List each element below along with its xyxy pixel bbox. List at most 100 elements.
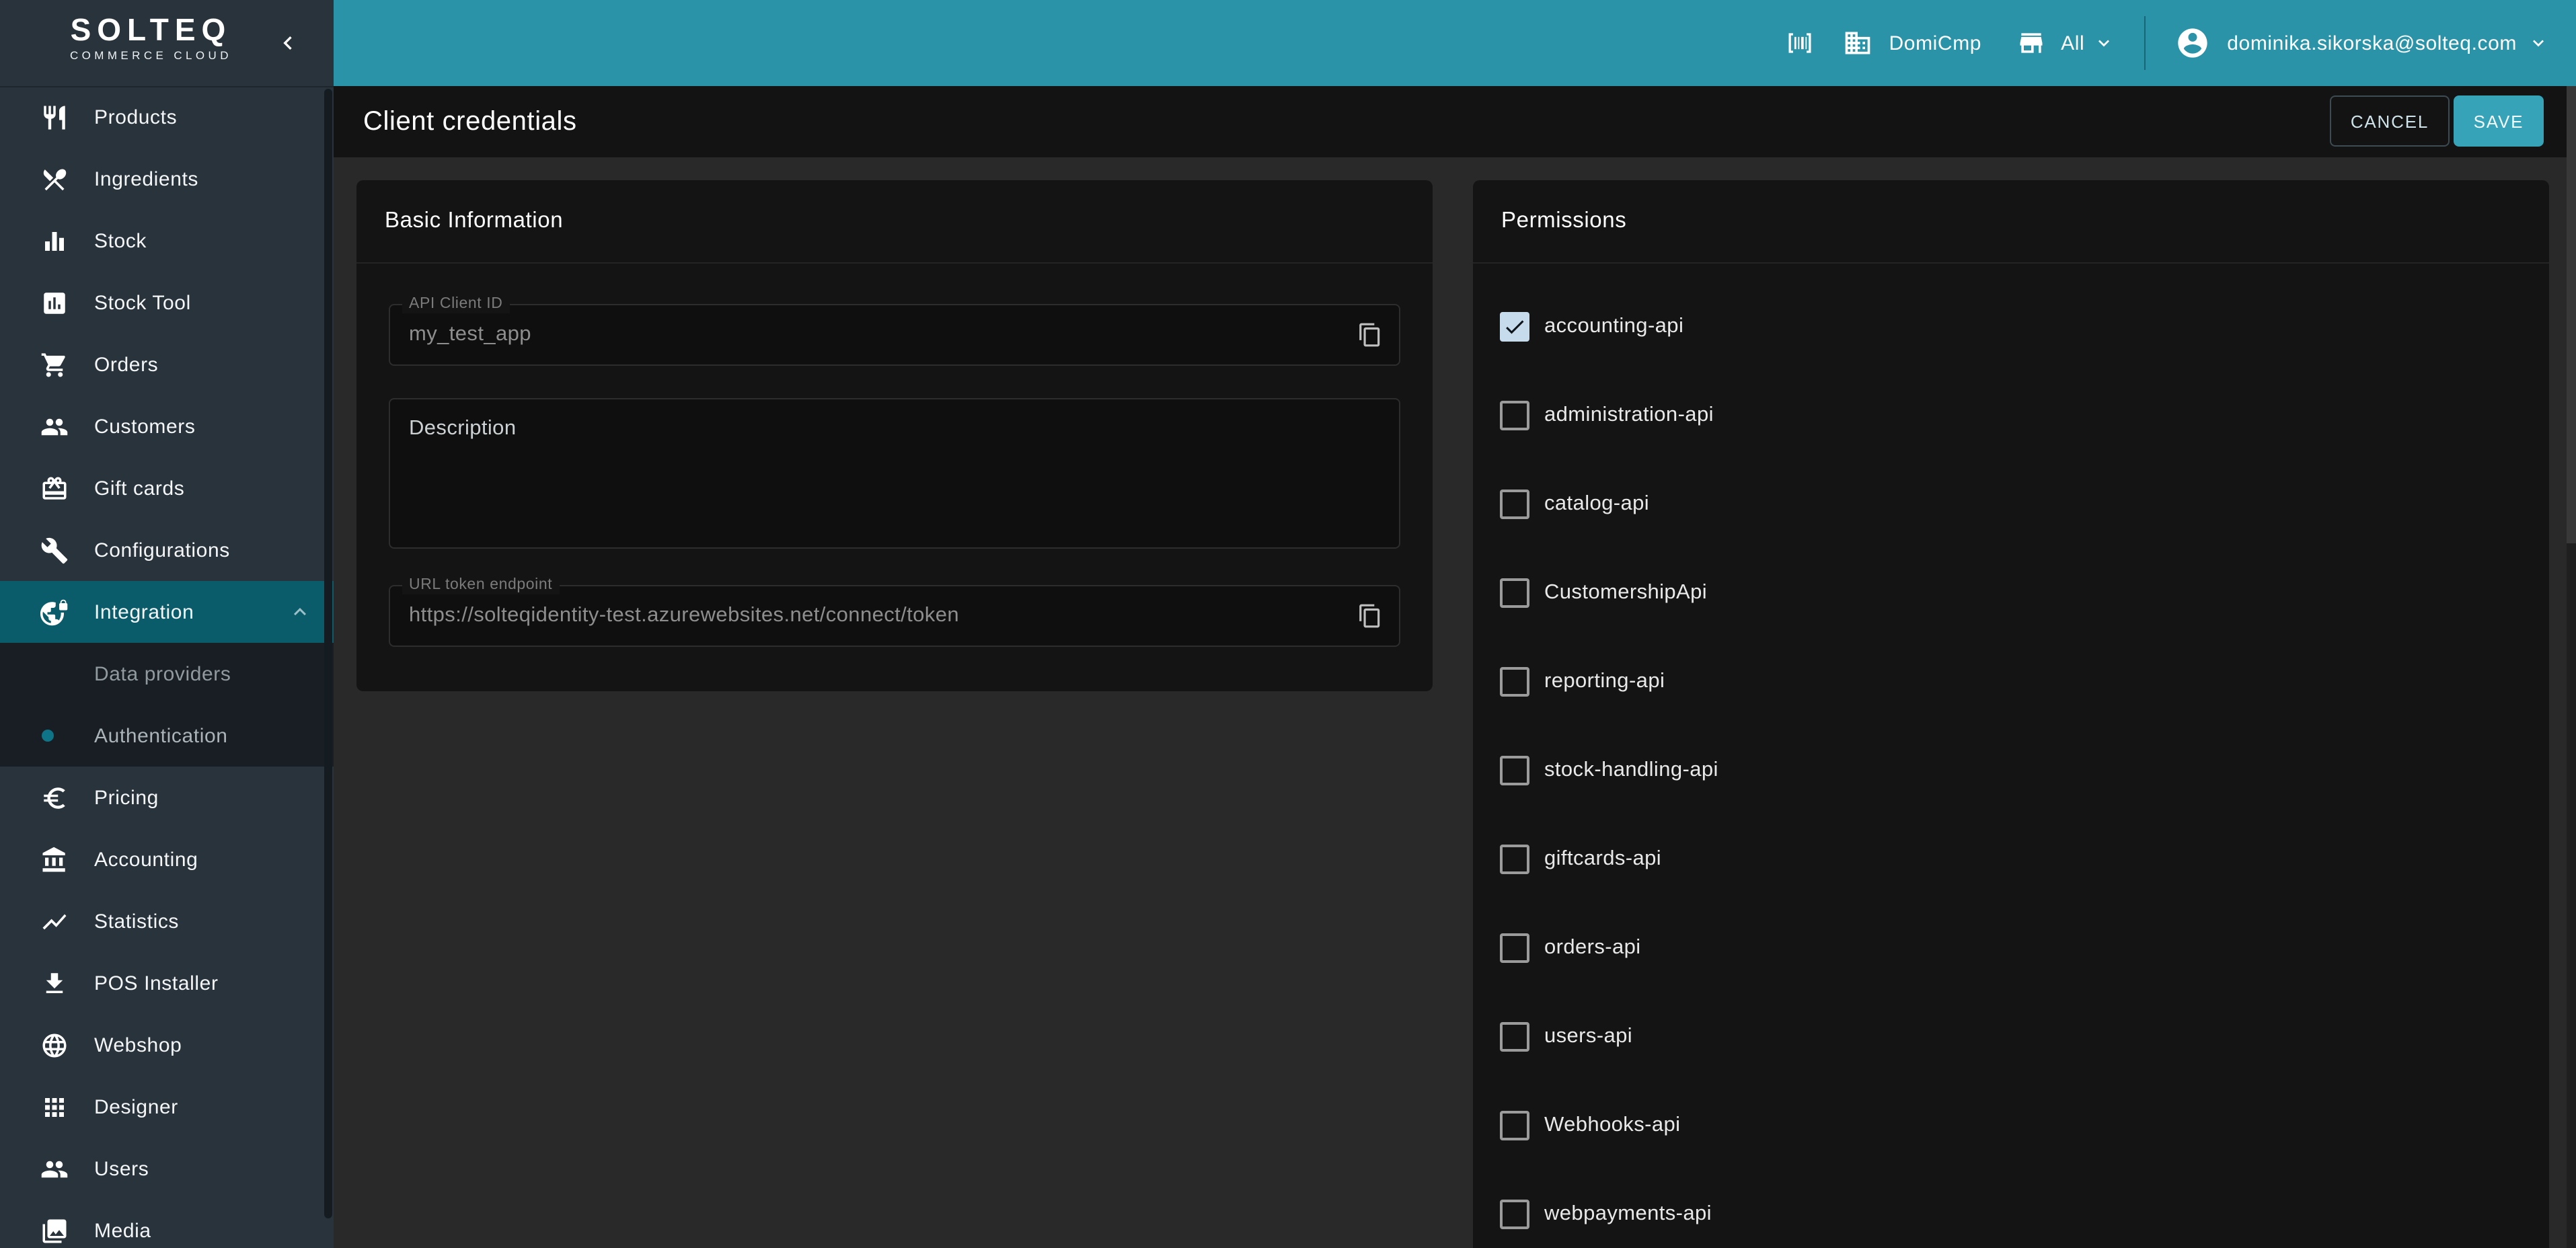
sidebar: SOLTEQ COMMERCE CLOUD Products Ingredient…	[0, 0, 334, 1248]
chevron-left-icon	[274, 30, 301, 56]
store-selector-button[interactable]	[2016, 28, 2046, 58]
permission-label: orders-api	[1544, 936, 1641, 960]
globe-lock-icon	[40, 598, 69, 626]
checkbox-unchecked[interactable]	[1500, 1200, 1529, 1229]
checkbox-unchecked[interactable]	[1500, 1111, 1529, 1140]
bank-icon	[40, 845, 69, 873]
sidebar-item-label: POS Installer	[94, 972, 219, 994]
permission-row-catalog-api[interactable]: catalog-api	[1500, 460, 2522, 549]
permission-row-giftcards-api[interactable]: giftcards-api	[1500, 815, 2522, 904]
checkbox-unchecked[interactable]	[1500, 578, 1529, 608]
permission-label: Webhooks-api	[1544, 1114, 1680, 1138]
sidebar-item-customers[interactable]: Customers	[0, 395, 334, 457]
sidebar-subitem-authentication[interactable]: Authentication	[0, 705, 334, 767]
trend-chart-icon	[40, 907, 69, 935]
sidebar-item-pos-installer[interactable]: POS Installer	[0, 952, 334, 1014]
page-title: Client credentials	[363, 106, 577, 137]
checkbox-unchecked[interactable]	[1500, 845, 1529, 874]
page-scrollbar[interactable]	[2567, 86, 2576, 1248]
permissions-panel: Permissions accounting-apiadministration…	[1473, 180, 2549, 1248]
sidebar-item-webshop[interactable]: Webshop	[0, 1014, 334, 1076]
description-input[interactable]	[390, 399, 1399, 547]
checkbox-unchecked[interactable]	[1500, 756, 1529, 785]
permission-row-customershipapi[interactable]: CustomershipApi	[1500, 549, 2522, 637]
sidebar-item-statistics[interactable]: Statistics	[0, 890, 334, 952]
sidebar-item-label: Orders	[94, 353, 158, 376]
sidebar-collapse-button[interactable]	[274, 30, 301, 56]
url-token-endpoint-input[interactable]	[390, 586, 1399, 646]
save-button[interactable]: SAVE	[2454, 95, 2544, 147]
store-filter-dropdown[interactable]	[2092, 32, 2114, 54]
checkbox-unchecked[interactable]	[1500, 933, 1529, 963]
cancel-button[interactable]: CANCEL	[2330, 95, 2450, 147]
permission-row-webhooks-api[interactable]: Webhooks-api	[1500, 1081, 2522, 1170]
description-field	[389, 398, 1400, 549]
assessment-icon	[40, 288, 69, 317]
permission-row-orders-api[interactable]: orders-api	[1500, 904, 2522, 992]
barcode-scanner-icon	[1786, 28, 1815, 58]
sidebar-item-stock[interactable]: Stock	[0, 210, 334, 272]
main-area: DomiCmp All dominika.sikorska@solteq.com…	[334, 0, 2576, 1248]
permission-row-webpayments-api[interactable]: webpayments-api	[1500, 1170, 2522, 1248]
copy-url-token-endpoint-button[interactable]	[1357, 603, 1383, 629]
permission-row-reporting-api[interactable]: reporting-api	[1500, 637, 2522, 726]
building-icon	[1844, 28, 1873, 58]
checkbox-unchecked[interactable]	[1500, 401, 1529, 430]
copy-icon	[1357, 603, 1383, 629]
permission-row-stock-handling-api[interactable]: stock-handling-api	[1500, 726, 2522, 815]
bar-chart-icon	[40, 227, 69, 255]
logo-area: SOLTEQ COMMERCE CLOUD	[0, 0, 334, 87]
checkbox-unchecked[interactable]	[1500, 667, 1529, 697]
sidebar-item-accounting[interactable]: Accounting	[0, 828, 334, 890]
permission-row-accounting-api[interactable]: accounting-api	[1500, 282, 2522, 371]
chevron-down-icon	[2092, 32, 2114, 54]
sidebar-item-users[interactable]: Users	[0, 1138, 334, 1200]
copy-api-client-id-button[interactable]	[1357, 322, 1383, 348]
permission-label: stock-handling-api	[1544, 758, 1718, 783]
page-header: Client credentials CANCEL SAVE	[334, 86, 2576, 157]
sidebar-subitem-data-providers[interactable]: Data providers	[0, 643, 334, 705]
sidebar-item-ingredients[interactable]: Ingredients	[0, 148, 334, 210]
company-name[interactable]: DomiCmp	[1889, 32, 1982, 54]
shopping-cart-icon	[40, 350, 69, 379]
sidebar-item-label: Ingredients	[94, 167, 198, 190]
globe-icon	[40, 1031, 69, 1059]
sidebar-item-stock-tool[interactable]: Stock Tool	[0, 272, 334, 334]
checkbox-unchecked[interactable]	[1500, 490, 1529, 519]
restaurant-icon	[40, 103, 69, 131]
barcode-scanner-button[interactable]	[1786, 28, 1815, 58]
sidebar-item-orders[interactable]: Orders	[0, 334, 334, 395]
permission-label: users-api	[1544, 1025, 1632, 1049]
chevron-up-icon	[288, 600, 312, 624]
page-scrollbar-thumb[interactable]	[2567, 86, 2576, 543]
brand-name: SOLTEQ	[70, 13, 232, 47]
api-client-id-input[interactable]	[390, 305, 1399, 364]
sidebar-item-gift-cards[interactable]: Gift cards	[0, 457, 334, 519]
user-menu-dropdown[interactable]	[2528, 32, 2549, 54]
sidebar-scrollbar[interactable]	[324, 89, 332, 1218]
permission-label: giftcards-api	[1544, 847, 1661, 871]
permission-row-users-api[interactable]: users-api	[1500, 992, 2522, 1081]
download-icon	[40, 969, 69, 997]
user-email[interactable]: dominika.sikorska@solteq.com	[2227, 32, 2517, 54]
user-avatar[interactable]	[2174, 26, 2209, 61]
brand-tagline: COMMERCE CLOUD	[70, 48, 232, 62]
company-selector-button[interactable]	[1844, 28, 1873, 58]
grid-icon	[40, 1093, 69, 1121]
sidebar-item-media[interactable]: Media	[0, 1200, 334, 1248]
permission-label: reporting-api	[1544, 670, 1665, 694]
sidebar-item-configurations[interactable]: Configurations	[0, 519, 334, 581]
account-circle-icon	[2174, 26, 2209, 61]
sidebar-item-designer[interactable]: Designer	[0, 1076, 334, 1138]
checkbox-checked[interactable]	[1500, 312, 1529, 342]
sidebar-item-pricing[interactable]: Pricing	[0, 767, 334, 828]
wrench-icon	[40, 536, 69, 564]
store-filter-value[interactable]: All	[2061, 32, 2084, 54]
sidebar-item-products[interactable]: Products	[0, 86, 334, 148]
permission-row-administration-api[interactable]: administration-api	[1500, 371, 2522, 460]
topbar: DomiCmp All dominika.sikorska@solteq.com	[334, 0, 2576, 86]
checkbox-unchecked[interactable]	[1500, 1022, 1529, 1052]
storefront-icon	[2016, 28, 2046, 58]
brand-logo: SOLTEQ COMMERCE CLOUD	[70, 13, 232, 62]
sidebar-item-integration[interactable]: Integration	[0, 581, 334, 643]
